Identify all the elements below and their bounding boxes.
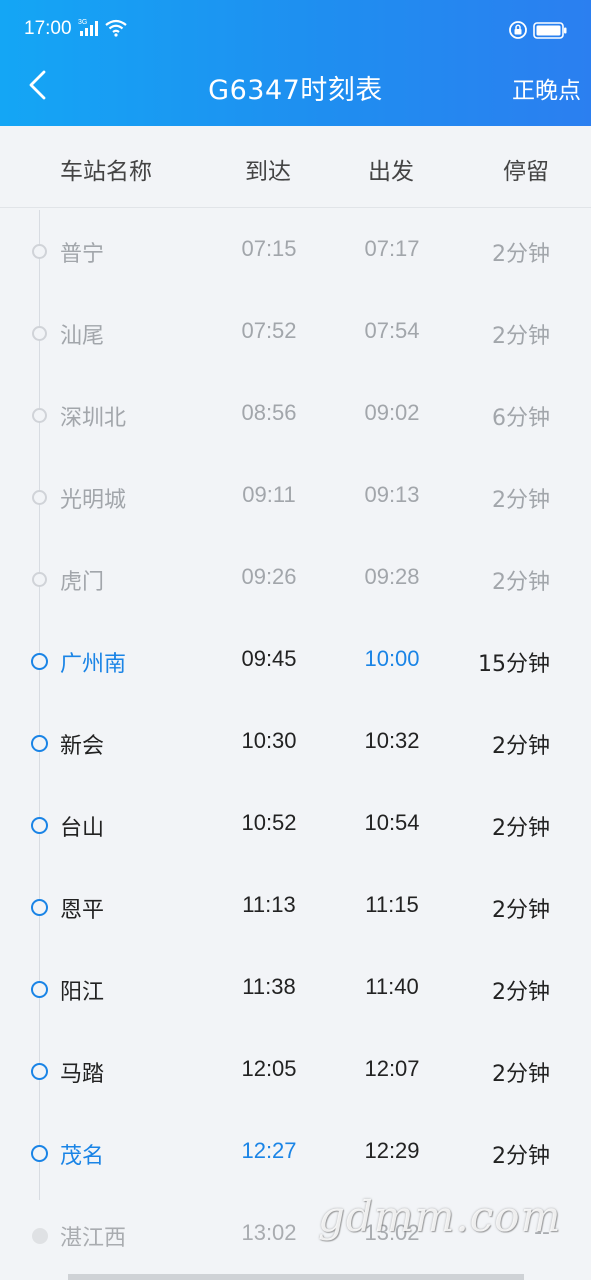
station-name: 虎门 <box>60 570 105 595</box>
arrive-time: 13:02 <box>241 1220 297 1245</box>
stop-duration: 2分钟 <box>492 980 550 1005</box>
station-dot-icon <box>32 244 47 259</box>
station-dot-icon <box>31 1063 48 1080</box>
punctuality-button[interactable]: 正晚点 <box>512 71 581 105</box>
depart-time: 12:29 <box>364 1138 420 1163</box>
timetable-column-header: 车站名称 到达 出发 停留 <box>0 126 591 208</box>
station-name: 恩平 <box>60 898 105 923</box>
station-row[interactable]: 新会 10:30 10:32 2分钟 <box>0 706 591 788</box>
station-dot-icon <box>32 326 47 341</box>
stop-duration: 15分钟 <box>478 652 550 677</box>
arrive-time: 09:11 <box>242 482 296 507</box>
arrive-time: 07:52 <box>241 318 297 343</box>
arrive-time: 10:52 <box>241 810 297 835</box>
station-dot-icon <box>31 817 48 834</box>
bottom-scroll-strip <box>68 1274 524 1280</box>
station-row[interactable]: 恩平 11:13 11:15 2分钟 <box>0 870 591 952</box>
arrive-time: 12:05 <box>241 1056 297 1081</box>
arrive-time: 11:13 <box>242 892 296 917</box>
network-type-label: 3G <box>78 19 87 26</box>
station-row[interactable]: 茂名 12:27 12:29 2分钟 <box>0 1116 591 1198</box>
station-name: 湛江西 <box>60 1226 127 1251</box>
station-row[interactable]: 马踏 12:05 12:07 2分钟 <box>0 1034 591 1116</box>
station-dot-icon <box>31 981 48 998</box>
station-dot-icon <box>31 1145 48 1162</box>
station-name: 汕尾 <box>60 324 105 349</box>
stop-duration: 2分钟 <box>492 898 550 923</box>
station-dot-icon <box>32 408 47 423</box>
stop-duration: 2分钟 <box>492 242 550 267</box>
watermark-text: gdmm.com <box>318 1192 562 1241</box>
depart-time: 09:13 <box>364 482 420 507</box>
station-name: 茂名 <box>60 1144 105 1169</box>
arrive-time: 09:26 <box>241 564 297 589</box>
stop-duration: 2分钟 <box>492 1144 550 1169</box>
station-dot-icon <box>31 899 48 916</box>
stop-duration: 2分钟 <box>492 324 550 349</box>
station-name: 新会 <box>60 734 105 759</box>
lock-icon <box>509 21 527 39</box>
depart-time: 09:28 <box>364 564 420 589</box>
stop-duration: 2分钟 <box>492 570 550 595</box>
column-stop: 停留 <box>503 159 549 185</box>
station-name: 广州南 <box>60 652 127 677</box>
depart-time: 10:32 <box>364 728 420 753</box>
stop-duration: 2分钟 <box>492 488 550 513</box>
stop-duration: 2分钟 <box>492 1062 550 1087</box>
station-row[interactable]: 光明城 09:11 09:13 2分钟 <box>0 460 591 542</box>
station-row[interactable]: 深圳北 08:56 09:02 6分钟 <box>0 378 591 460</box>
column-arrive: 到达 <box>245 159 291 185</box>
station-row[interactable]: 普宁 07:15 07:17 2分钟 <box>0 214 591 296</box>
page-title: G6347时刻表 <box>208 75 383 106</box>
signal-icon: 3G <box>78 19 98 36</box>
station-row[interactable]: 虎门 09:26 09:28 2分钟 <box>0 542 591 624</box>
depart-time: 07:17 <box>364 236 420 261</box>
station-row[interactable]: 广州南 09:45 10:00 15分钟 <box>0 624 591 706</box>
station-row[interactable]: 汕尾 07:52 07:54 2分钟 <box>0 296 591 378</box>
station-name: 阳江 <box>60 980 105 1005</box>
depart-time: 12:07 <box>364 1056 420 1081</box>
station-name: 光明城 <box>60 488 127 513</box>
depart-time: 07:54 <box>364 318 420 343</box>
station-dot-icon <box>32 490 47 505</box>
app-header: 17:00 3G G6347时刻表 正晚点 <box>0 0 591 126</box>
arrive-time: 07:15 <box>241 236 297 261</box>
arrive-time: 11:38 <box>242 974 296 999</box>
station-row[interactable]: 台山 10:52 10:54 2分钟 <box>0 788 591 870</box>
status-bar: 17:00 3G <box>0 0 591 60</box>
station-dot-icon <box>32 1228 48 1244</box>
stop-duration: 2分钟 <box>492 734 550 759</box>
column-station: 车站名称 <box>60 159 152 185</box>
depart-time: 11:40 <box>365 974 419 999</box>
battery-icon <box>533 22 567 39</box>
depart-time: 11:15 <box>365 892 419 917</box>
stop-duration: 6分钟 <box>492 406 550 431</box>
arrive-time: 09:45 <box>241 646 297 671</box>
station-dot-icon <box>31 735 48 752</box>
depart-time: 09:02 <box>364 400 420 425</box>
depart-time: 10:54 <box>364 810 420 835</box>
stop-duration: 2分钟 <box>492 816 550 841</box>
arrive-time: 08:56 <box>241 400 297 425</box>
wifi-icon <box>105 19 127 37</box>
arrive-time: 10:30 <box>241 728 297 753</box>
station-name: 马踏 <box>60 1062 105 1087</box>
station-dot-icon <box>31 653 48 670</box>
station-name: 普宁 <box>60 242 105 267</box>
status-time: 17:00 <box>24 18 72 39</box>
arrive-time: 12:27 <box>241 1138 297 1163</box>
station-row[interactable]: 阳江 11:38 11:40 2分钟 <box>0 952 591 1034</box>
station-dot-icon <box>32 572 47 587</box>
column-depart: 出发 <box>368 159 414 185</box>
station-name: 深圳北 <box>60 406 127 431</box>
station-name: 台山 <box>60 816 105 841</box>
depart-time: 10:00 <box>364 646 420 671</box>
